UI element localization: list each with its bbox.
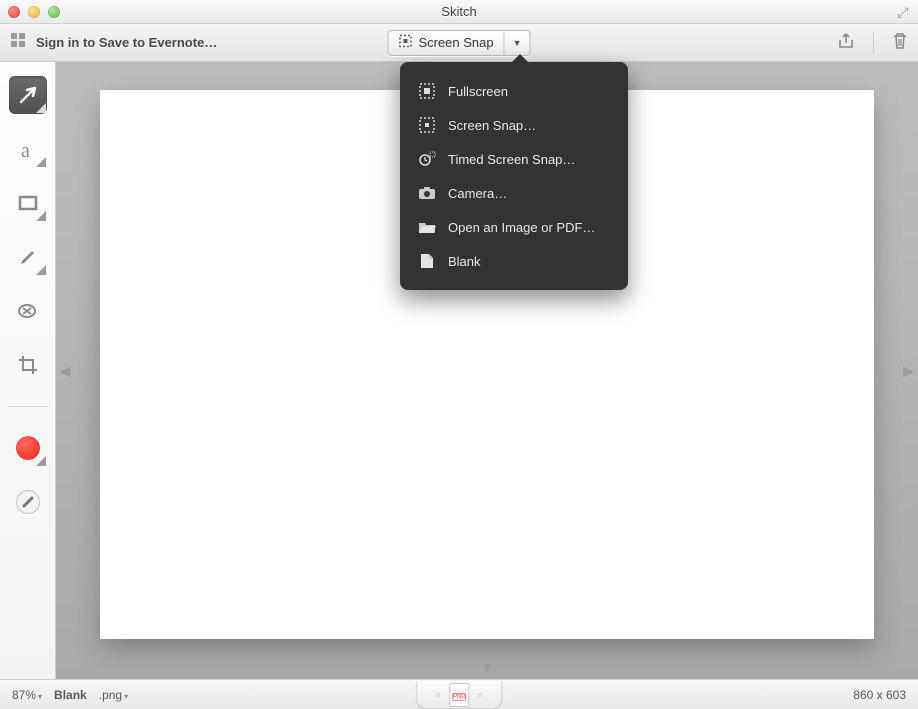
titlebar: Skitch ⤢ — [0, 0, 918, 24]
statusbar: 87% Blank .png ≡ ≡ 860 x 603 — [0, 679, 918, 709]
pan-left-icon[interactable]: ◀ — [60, 362, 71, 379]
menu-item-camera[interactable]: Camera… — [400, 176, 628, 210]
toolbar-separator — [873, 32, 874, 54]
sidebar-divider — [8, 406, 48, 407]
shape-tool[interactable] — [9, 184, 47, 222]
canvas-dimensions: 860 x 603 — [853, 688, 906, 702]
menu-item-label: Camera… — [448, 186, 507, 201]
zoom-level[interactable]: 87% — [12, 688, 42, 702]
stamp-tool[interactable] — [9, 292, 47, 330]
signin-link[interactable]: Sign in to Save to Evernote… — [36, 35, 217, 50]
capture-menu: Fullscreen Screen Snap… Timed Screen Sna… — [400, 62, 628, 290]
menu-item-timed-snap[interactable]: Timed Screen Snap… — [400, 142, 628, 176]
screensnap-icon — [418, 116, 436, 134]
camera-icon — [418, 184, 436, 202]
svg-text:a: a — [21, 140, 30, 161]
fullscreen-icon — [418, 82, 436, 100]
grip-lines-icon: ≡ — [435, 690, 441, 700]
pan-right-icon[interactable]: ▶ — [903, 362, 914, 379]
menu-item-open-file[interactable]: Open an Image or PDF… — [400, 210, 628, 244]
menu-item-label: Open an Image or PDF… — [448, 220, 595, 235]
drag-handle[interactable]: ≡ ≡ — [416, 681, 502, 709]
file-extension[interactable]: .png — [99, 688, 128, 702]
menu-item-label: Screen Snap… — [448, 118, 536, 133]
stroke-width-picker[interactable] — [9, 483, 47, 521]
menu-item-label: Fullscreen — [448, 84, 508, 99]
grip-lines-icon: ≡ — [477, 690, 483, 700]
screen-snap-button[interactable]: Screen Snap ▼ — [387, 30, 530, 56]
fullscreen-toggle-icon[interactable]: ⤢ — [896, 5, 910, 19]
menu-item-label: Blank — [448, 254, 481, 269]
window-controls — [8, 6, 60, 18]
file-type-badge — [449, 683, 469, 707]
screen-snap-button-label: Screen Snap — [418, 35, 493, 50]
chevron-down-icon[interactable]: ▼ — [505, 38, 530, 48]
screensnap-icon — [398, 34, 412, 51]
zoom-window-icon[interactable] — [48, 6, 60, 18]
close-window-icon[interactable] — [8, 6, 20, 18]
trash-icon[interactable] — [892, 32, 908, 53]
text-tool[interactable]: a — [9, 130, 47, 168]
tool-sidebar: a — [0, 62, 56, 679]
menu-item-blank[interactable]: Blank — [400, 244, 628, 278]
library-grid-icon[interactable] — [10, 32, 26, 53]
color-picker[interactable] — [9, 429, 47, 467]
minimize-window-icon[interactable] — [28, 6, 40, 18]
pan-down-icon[interactable]: ▼ — [480, 659, 494, 675]
app-title: Skitch — [0, 4, 918, 19]
filename-label[interactable]: Blank — [54, 688, 87, 702]
menu-item-label: Timed Screen Snap… — [448, 152, 575, 167]
crop-tool[interactable] — [9, 346, 47, 384]
share-icon[interactable] — [837, 32, 855, 53]
open-file-icon — [418, 218, 436, 236]
arrow-tool[interactable] — [9, 76, 47, 114]
pen-tool[interactable] — [9, 238, 47, 276]
menu-item-fullscreen[interactable]: Fullscreen — [400, 74, 628, 108]
timed-snap-icon — [418, 150, 436, 168]
toolbar: Sign in to Save to Evernote… Screen Snap… — [0, 24, 918, 62]
blank-page-icon — [418, 252, 436, 270]
menu-item-screen-snap[interactable]: Screen Snap… — [400, 108, 628, 142]
